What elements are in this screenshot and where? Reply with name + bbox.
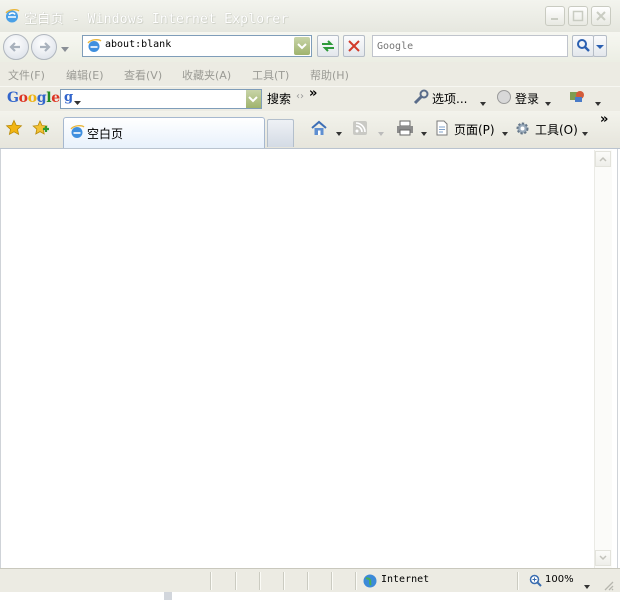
toolbar-resize-icon[interactable]: ‹›	[296, 91, 304, 102]
ie-logo-icon	[4, 8, 20, 24]
chevron-down-icon[interactable]	[336, 126, 343, 140]
search-button[interactable]	[572, 35, 594, 57]
address-dropdown-button[interactable]	[294, 37, 310, 55]
scroll-up-button[interactable]	[595, 151, 611, 167]
status-divider	[307, 572, 309, 590]
menu-edit[interactable]: 编辑(E)	[66, 67, 104, 83]
maximize-button[interactable]	[568, 6, 588, 26]
new-tab-button[interactable]	[267, 119, 294, 147]
status-divider	[259, 572, 261, 590]
address-bar[interactable]: about:blank	[82, 35, 312, 57]
tools-gear-icon	[514, 120, 531, 140]
status-divider	[331, 572, 333, 590]
chevron-down-icon[interactable]	[421, 126, 428, 140]
chevron-down-icon[interactable]	[480, 96, 487, 110]
chevron-down-icon	[596, 45, 604, 49]
scroll-down-button[interactable]	[595, 550, 611, 566]
minimize-button[interactable]	[545, 6, 565, 26]
rss-feed-icon[interactable]	[352, 120, 368, 139]
search-magnifier-icon	[577, 39, 590, 52]
window-title: 空白页 - Windows Internet Explorer	[24, 12, 289, 27]
command-bar-more-button[interactable]: »	[600, 112, 608, 127]
status-divider	[210, 572, 212, 590]
taskbar-fragment	[164, 592, 172, 600]
refresh-button[interactable]	[317, 35, 339, 57]
google-toolbar-more-button[interactable]: »	[309, 86, 317, 101]
chevron-down-icon[interactable]	[584, 579, 591, 593]
tab-label: 空白页	[87, 127, 124, 141]
arrow-right-icon	[40, 42, 51, 52]
title-bar[interactable]: 空白页 - Windows Internet Explorer	[0, 0, 620, 33]
ie-page-icon	[69, 124, 85, 143]
status-divider	[517, 572, 519, 590]
gadget-icon[interactable]	[568, 87, 586, 108]
chevron-down-icon[interactable]	[502, 126, 509, 140]
google-g-icon[interactable]: g	[64, 90, 73, 105]
google-search-input[interactable]	[83, 90, 247, 110]
chevron-down-icon	[74, 96, 82, 110]
search-options-button[interactable]	[593, 35, 607, 57]
google-logo: Google	[7, 90, 60, 106]
chevron-down-icon[interactable]	[595, 96, 602, 110]
back-button[interactable]	[3, 34, 29, 60]
page-ie-icon	[86, 38, 102, 57]
google-login-button[interactable]: 登录	[515, 90, 539, 107]
stop-button[interactable]	[343, 35, 365, 57]
page-content[interactable]	[0, 149, 618, 568]
security-zone-label[interactable]: Internet	[381, 574, 429, 585]
google-search-button[interactable]: 搜索	[267, 90, 291, 107]
print-icon[interactable]	[396, 120, 414, 139]
menu-view[interactable]: 查看(V)	[124, 67, 162, 83]
menu-tools[interactable]: 工具(T)	[252, 67, 289, 83]
chevron-down-icon	[599, 555, 607, 561]
chevron-down-icon[interactable]	[545, 96, 552, 110]
search-input[interactable]	[373, 36, 567, 56]
status-divider	[283, 572, 285, 590]
close-window-button[interactable]	[591, 6, 611, 26]
search-box[interactable]	[372, 35, 568, 57]
menu-file[interactable]: 文件(F)	[8, 67, 45, 83]
taskbar-edge	[0, 592, 620, 600]
refresh-icon	[322, 40, 334, 52]
menu-help[interactable]: 帮助(H)	[310, 67, 349, 83]
menu-bar: 文件(F) 编辑(E) 查看(V) 收藏夹(A) 工具(T) 帮助(H)	[0, 62, 620, 86]
page-menu-icon	[434, 120, 450, 139]
home-icon[interactable]	[310, 120, 328, 139]
zoom-level-button[interactable]: 100%	[545, 574, 574, 585]
forward-button[interactable]	[31, 34, 57, 60]
address-text[interactable]: about:blank	[105, 39, 171, 50]
chevron-down-icon[interactable]	[582, 126, 589, 140]
chevron-down-icon	[248, 96, 258, 103]
chevron-up-icon	[599, 156, 607, 162]
tab-blank-page[interactable]: 空白页	[63, 117, 265, 148]
add-favorite-icon[interactable]	[31, 119, 49, 140]
favorites-star-icon[interactable]	[5, 119, 23, 140]
zoom-magnifier-icon	[529, 574, 542, 590]
google-options-button[interactable]: 选项...	[432, 90, 467, 107]
chevron-down-icon	[378, 126, 385, 140]
recent-pages-dropdown-icon[interactable]	[61, 42, 70, 56]
login-circle-icon	[496, 89, 512, 108]
page-menu-button[interactable]: 页面(P)	[454, 121, 495, 138]
stop-x-icon	[348, 40, 360, 52]
wrench-icon	[412, 89, 429, 109]
vertical-scrollbar[interactable]	[594, 150, 612, 568]
chevron-down-icon	[297, 43, 307, 50]
status-divider	[235, 572, 237, 590]
google-search-box[interactable]: g	[60, 89, 262, 110]
menu-favorites[interactable]: 收藏夹(A)	[182, 67, 231, 83]
status-divider	[355, 572, 357, 590]
arrow-left-icon	[9, 42, 20, 52]
tools-menu-button[interactable]: 工具(O)	[535, 121, 578, 138]
google-search-dropdown[interactable]	[246, 90, 261, 108]
internet-globe-icon	[362, 573, 378, 592]
status-bar: Internet 100%	[0, 568, 620, 593]
